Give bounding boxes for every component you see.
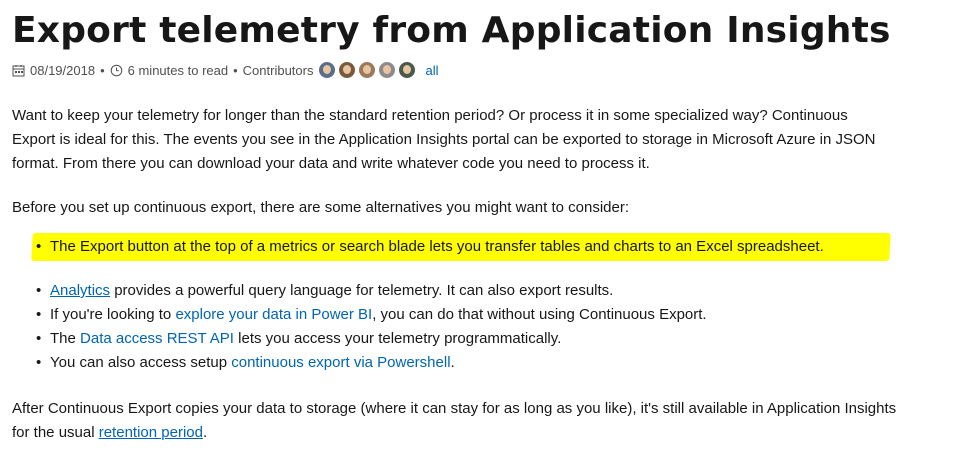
read-time: 6 minutes to read bbox=[127, 62, 229, 78]
meta-separator: • bbox=[100, 62, 105, 78]
meta-separator: • bbox=[233, 62, 238, 78]
list-item: • If you're looking to explore your data … bbox=[36, 303, 707, 327]
outro-line: . bbox=[202, 424, 208, 441]
bullet-text: You can also access setup bbox=[50, 354, 232, 371]
alternatives-intro: Before you set up continuous export, the… bbox=[12, 199, 630, 216]
bullet-text: If you're looking to bbox=[50, 306, 176, 323]
retention-period-link[interactable]: retention period bbox=[99, 424, 203, 441]
outro-paragraph: After Continuous Export copies your data… bbox=[12, 397, 957, 445]
contributor-avatars bbox=[319, 62, 419, 78]
list-item: • Analytics provides a powerful query lan… bbox=[36, 279, 613, 303]
article-metadata: 08/19/2018 • 6 minutes to read • Contrib… bbox=[12, 62, 438, 78]
bullet-text: The Export button at the top of a metric… bbox=[50, 238, 824, 255]
avatar[interactable] bbox=[339, 62, 356, 78]
intro-line: Export is ideal for this. The events you… bbox=[12, 131, 876, 148]
avatar[interactable] bbox=[319, 62, 336, 78]
bullet-glyph: • bbox=[36, 306, 42, 323]
list-item: • The Data access REST API lets you acces… bbox=[36, 327, 561, 351]
page-title: Export telemetry from Application Insigh… bbox=[12, 10, 891, 51]
avatar[interactable] bbox=[399, 62, 416, 78]
bullet-glyph: • bbox=[36, 354, 42, 371]
powershell-link[interactable]: continuous export via Powershell bbox=[231, 354, 450, 371]
all-contributors-link[interactable]: all bbox=[425, 63, 438, 78]
contributors-label: Contributors bbox=[242, 62, 314, 78]
bullet-text: provides a powerful query language for t… bbox=[110, 282, 614, 299]
power-bi-link[interactable]: explore your data in Power BI bbox=[175, 306, 372, 323]
bullet-text: The bbox=[50, 330, 81, 347]
rest-api-link[interactable]: Data access REST API bbox=[80, 330, 234, 347]
bullet-glyph: • bbox=[36, 282, 42, 299]
analytics-link[interactable]: Analytics bbox=[50, 282, 110, 299]
bullet-text: , you can do that without using Continuo… bbox=[372, 306, 707, 323]
outro-line: After Continuous Export copies your data… bbox=[12, 400, 897, 417]
list-item: • You can also access setup continuous ex… bbox=[36, 351, 455, 375]
intro-line: Want to keep your telemetry for longer t… bbox=[12, 107, 848, 124]
avatar[interactable] bbox=[379, 62, 396, 78]
outro-line: for the usual bbox=[12, 424, 99, 441]
intro-line: format. From there you can download your… bbox=[12, 155, 650, 172]
clock-icon bbox=[110, 64, 122, 76]
bullet-text: . bbox=[450, 354, 455, 371]
intro-paragraph: Want to keep your telemetry for longer t… bbox=[12, 104, 957, 176]
publish-date: 08/19/2018 bbox=[30, 62, 96, 78]
avatar[interactable] bbox=[359, 62, 376, 78]
bullet-glyph: • bbox=[36, 238, 42, 255]
list-item: • The Export button at the top of a metri… bbox=[36, 235, 824, 259]
calendar-icon bbox=[12, 64, 25, 76]
bullet-glyph: • bbox=[36, 330, 42, 347]
bullet-text: lets you access your telemetry programma… bbox=[233, 330, 562, 347]
